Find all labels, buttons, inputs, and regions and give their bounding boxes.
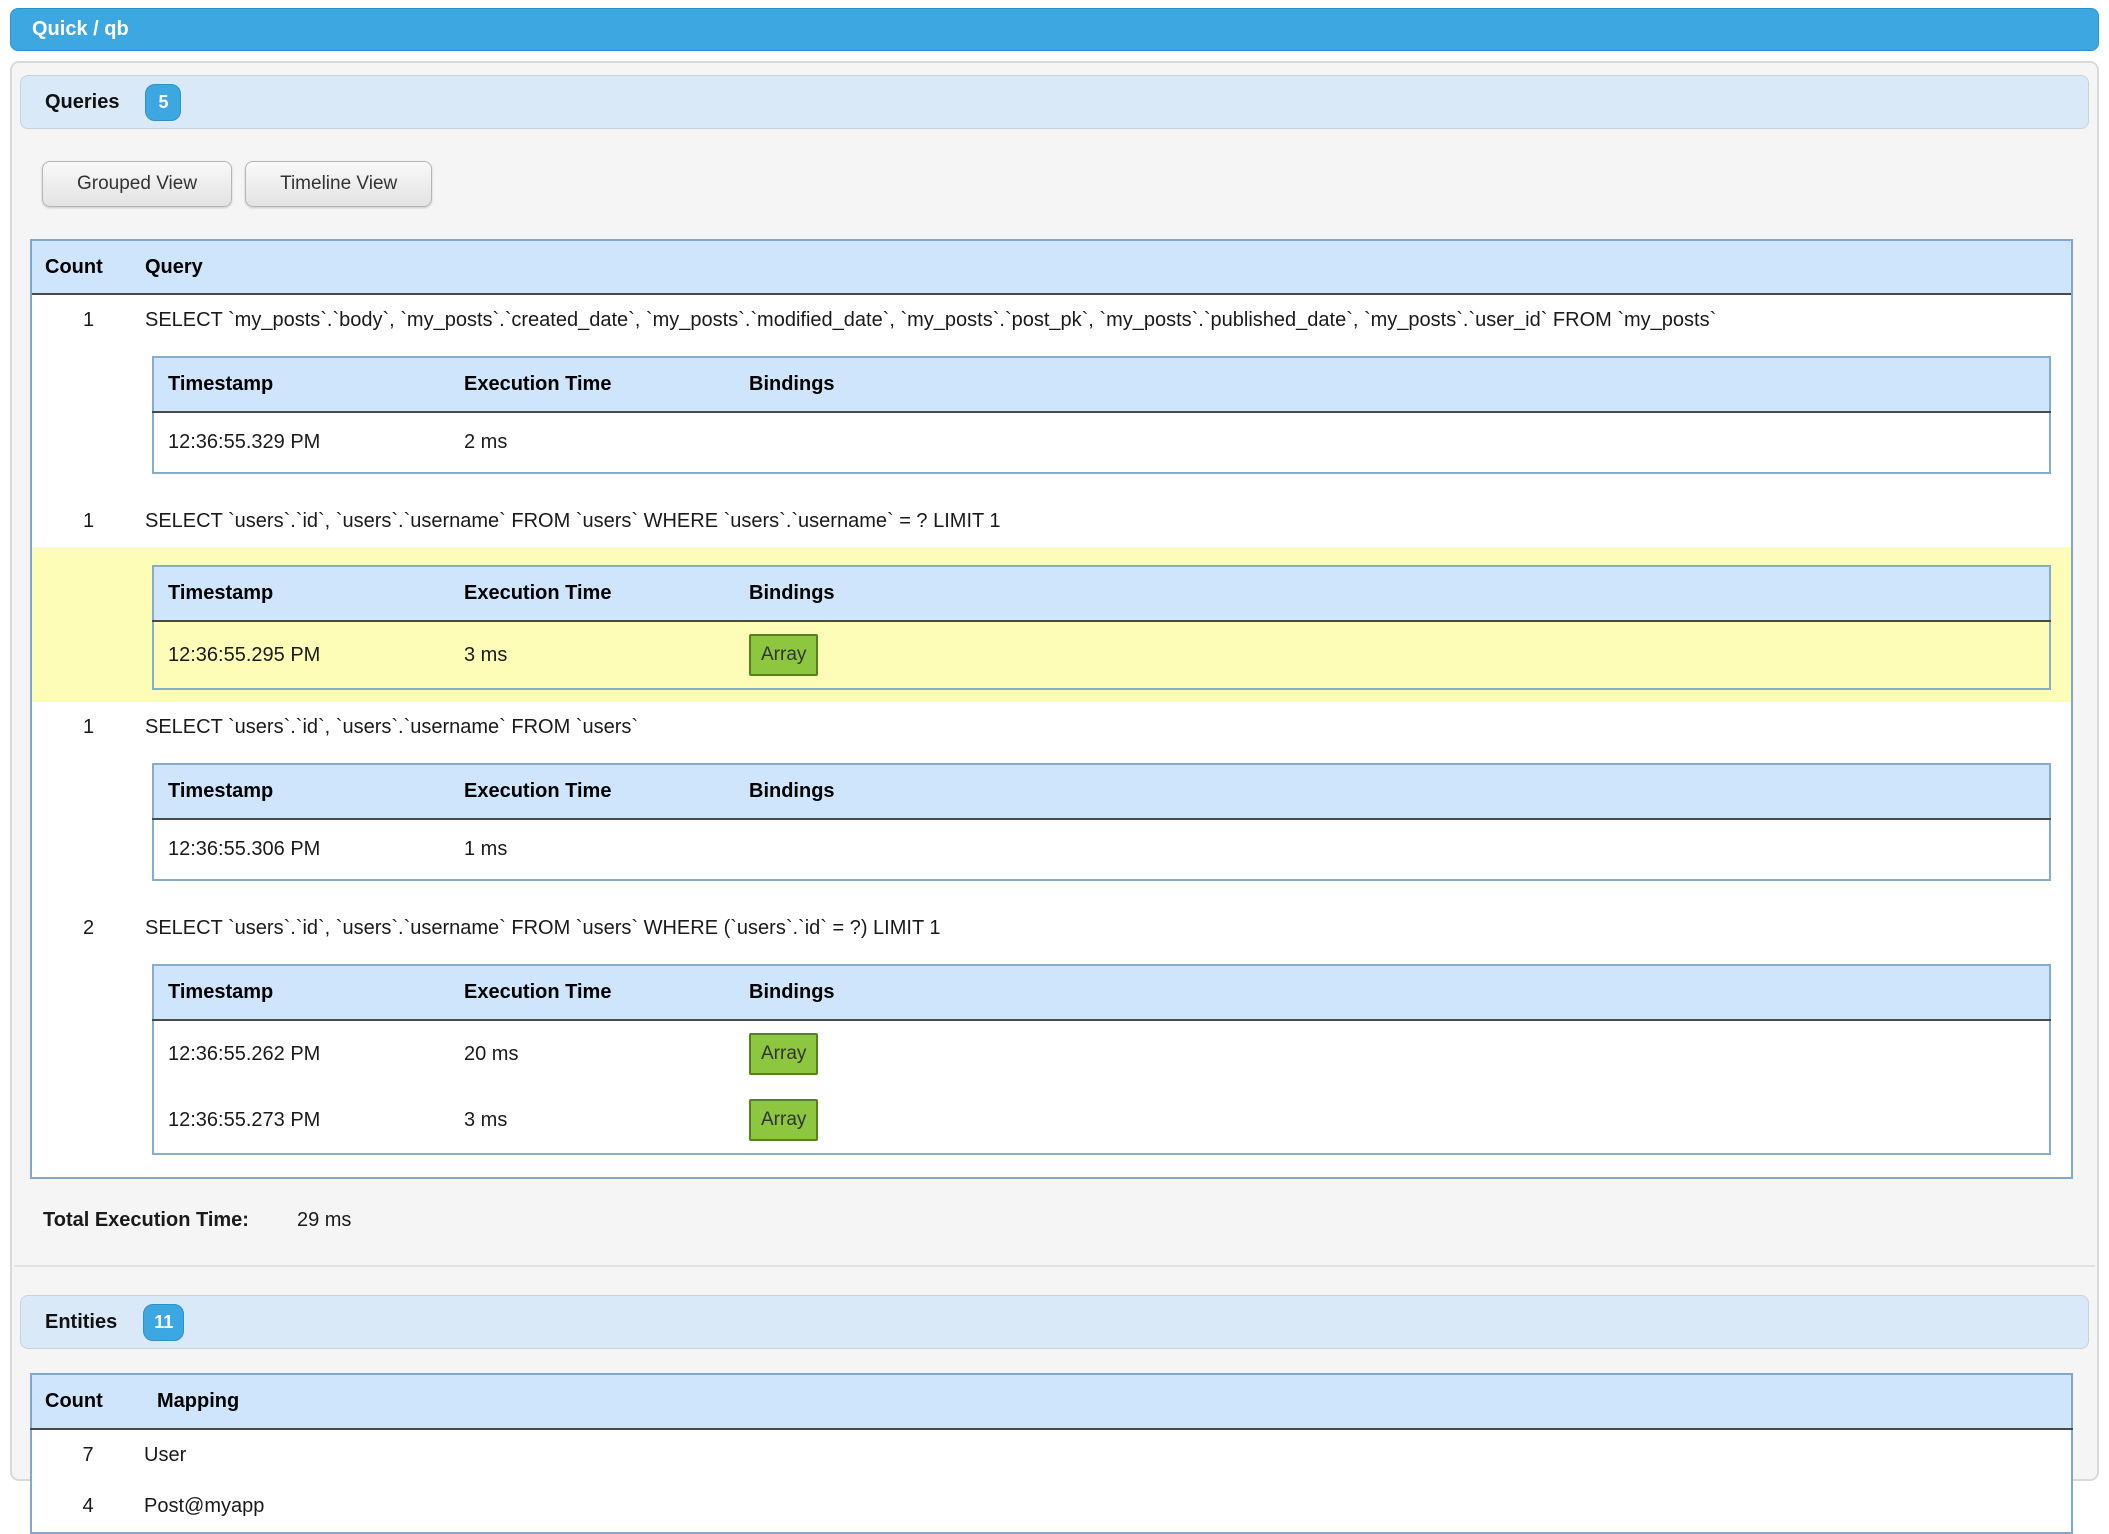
query-group: 2 SELECT `users`.`id`, `users`.`username… bbox=[32, 903, 2071, 1177]
entities-count-badge: 11 bbox=[143, 1304, 184, 1341]
query-sql: SELECT `users`.`id`, `users`.`username` … bbox=[145, 702, 2071, 753]
col-timestamp: Timestamp bbox=[153, 764, 450, 819]
query-group: 1 SELECT `my_posts`.`body`, `my_posts`.`… bbox=[32, 295, 2071, 496]
entity-count: 7 bbox=[31, 1429, 144, 1481]
executions-table: Timestamp Execution Time Bindings 12:36:… bbox=[152, 763, 2051, 881]
entity-mapping: Post@myapp bbox=[144, 1481, 2072, 1533]
col-execution-time: Execution Time bbox=[450, 357, 735, 412]
col-execution-time: Execution Time bbox=[450, 965, 735, 1020]
executions-header-row: Timestamp Execution Time Bindings bbox=[153, 357, 2050, 412]
col-execution-time: Execution Time bbox=[450, 764, 735, 819]
entities-col-mapping: Mapping bbox=[144, 1374, 2072, 1429]
entity-row: 4 Post@myapp bbox=[31, 1481, 2072, 1533]
execution-row: 12:36:55.306 PM 1 ms bbox=[153, 819, 2050, 880]
executions-table: Timestamp Execution Time Bindings 12:36:… bbox=[152, 964, 2051, 1155]
app-title: Quick / qb bbox=[32, 18, 129, 41]
query-row: 1 SELECT `my_posts`.`body`, `my_posts`.`… bbox=[32, 295, 2071, 346]
entities-table-wrap: Count Mapping 7 User 4 Post@myapp bbox=[30, 1373, 2073, 1534]
entities-section-title: Entities bbox=[45, 1311, 117, 1334]
query-group: 1 SELECT `users`.`id`, `users`.`username… bbox=[32, 496, 2071, 702]
query-row: 1 SELECT `users`.`id`, `users`.`username… bbox=[32, 496, 2071, 547]
execution-timestamp: 12:36:55.306 PM bbox=[153, 819, 450, 880]
col-timestamp: Timestamp bbox=[153, 965, 450, 1020]
col-bindings: Bindings bbox=[735, 965, 2050, 1020]
entity-row: 7 User bbox=[31, 1429, 2072, 1481]
execution-timestamp: 12:36:55.273 PM bbox=[153, 1087, 450, 1154]
app-title-bar: Quick / qb bbox=[10, 8, 2099, 51]
executions-table: Timestamp Execution Time Bindings 12:36:… bbox=[152, 565, 2051, 690]
execution-time: 3 ms bbox=[450, 1087, 735, 1154]
col-bindings: Bindings bbox=[735, 764, 2050, 819]
execution-timestamp: 12:36:55.329 PM bbox=[153, 412, 450, 473]
executions-table: Timestamp Execution Time Bindings 12:36:… bbox=[152, 356, 2051, 474]
entities-section-header[interactable]: Entities 11 bbox=[20, 1295, 2089, 1349]
executions-area: Timestamp Execution Time Bindings 12:36:… bbox=[32, 346, 2071, 496]
col-execution-time: Execution Time bbox=[450, 566, 735, 621]
executions-area-highlighted: Timestamp Execution Time Bindings 12:36:… bbox=[32, 547, 2071, 702]
entity-count: 4 bbox=[31, 1481, 144, 1533]
col-timestamp: Timestamp bbox=[153, 357, 450, 412]
total-execution-time-label: Total Execution Time: bbox=[43, 1209, 249, 1232]
execution-row: 12:36:55.262 PM 20 ms Array bbox=[153, 1020, 2050, 1087]
bindings-array-button[interactable]: Array bbox=[749, 634, 818, 676]
executions-header-row: Timestamp Execution Time Bindings bbox=[153, 566, 2050, 621]
col-bindings: Bindings bbox=[735, 566, 2050, 621]
view-toggle-row: Grouped View Timeline View bbox=[42, 161, 2097, 207]
queries-section-header[interactable]: Queries 5 bbox=[20, 75, 2089, 129]
executions-header-row: Timestamp Execution Time Bindings bbox=[153, 965, 2050, 1020]
query-count: 2 bbox=[32, 903, 145, 954]
bindings-array-button[interactable]: Array bbox=[749, 1033, 818, 1075]
query-row: 1 SELECT `users`.`id`, `users`.`username… bbox=[32, 702, 2071, 753]
execution-timestamp: 12:36:55.295 PM bbox=[153, 621, 450, 689]
execution-bindings-empty bbox=[735, 819, 2050, 880]
execution-bindings-empty bbox=[735, 412, 2050, 473]
query-count: 1 bbox=[32, 295, 145, 346]
entity-mapping: User bbox=[144, 1429, 2072, 1481]
query-count: 1 bbox=[32, 496, 145, 547]
queries-col-count: Count bbox=[32, 256, 145, 279]
queries-col-query: Query bbox=[145, 256, 2071, 279]
queries-section-title: Queries bbox=[45, 91, 119, 114]
total-execution-time-value: 29 ms bbox=[297, 1209, 351, 1232]
execution-row: 12:36:55.273 PM 3 ms Array bbox=[153, 1087, 2050, 1154]
executions-header-row: Timestamp Execution Time Bindings bbox=[153, 764, 2050, 819]
queries-table-header: Count Query bbox=[32, 241, 2071, 295]
execution-time: 3 ms bbox=[450, 621, 735, 689]
total-execution-time: Total Execution Time: 29 ms bbox=[43, 1209, 2097, 1232]
queries-count-badge: 5 bbox=[145, 84, 181, 121]
execution-row: 12:36:55.329 PM 2 ms bbox=[153, 412, 2050, 473]
timeline-view-button[interactable]: Timeline View bbox=[245, 161, 432, 207]
col-timestamp: Timestamp bbox=[153, 566, 450, 621]
entities-col-count: Count bbox=[31, 1374, 144, 1429]
entities-header-row: Count Mapping bbox=[31, 1374, 2072, 1429]
execution-timestamp: 12:36:55.262 PM bbox=[153, 1020, 450, 1087]
section-divider bbox=[14, 1265, 2095, 1267]
entities-table: Count Mapping 7 User 4 Post@myapp bbox=[30, 1373, 2073, 1534]
execution-time: 1 ms bbox=[450, 819, 735, 880]
queries-table: Count Query 1 SELECT `my_posts`.`body`, … bbox=[30, 239, 2073, 1179]
query-row: 2 SELECT `users`.`id`, `users`.`username… bbox=[32, 903, 2071, 954]
bindings-array-button[interactable]: Array bbox=[749, 1099, 818, 1141]
query-sql: SELECT `users`.`id`, `users`.`username` … bbox=[145, 496, 2071, 547]
grouped-view-button[interactable]: Grouped View bbox=[42, 161, 232, 207]
query-sql: SELECT `my_posts`.`body`, `my_posts`.`cr… bbox=[145, 295, 2071, 346]
executions-area: Timestamp Execution Time Bindings 12:36:… bbox=[32, 954, 2071, 1177]
executions-area: Timestamp Execution Time Bindings 12:36:… bbox=[32, 753, 2071, 903]
col-bindings: Bindings bbox=[735, 357, 2050, 412]
debug-panel: Queries 5 Grouped View Timeline View Cou… bbox=[10, 61, 2099, 1481]
query-count: 1 bbox=[32, 702, 145, 753]
execution-time: 2 ms bbox=[450, 412, 735, 473]
execution-time: 20 ms bbox=[450, 1020, 735, 1087]
execution-row: 12:36:55.295 PM 3 ms Array bbox=[153, 621, 2050, 689]
query-group: 1 SELECT `users`.`id`, `users`.`username… bbox=[32, 702, 2071, 903]
query-sql: SELECT `users`.`id`, `users`.`username` … bbox=[145, 903, 2071, 954]
